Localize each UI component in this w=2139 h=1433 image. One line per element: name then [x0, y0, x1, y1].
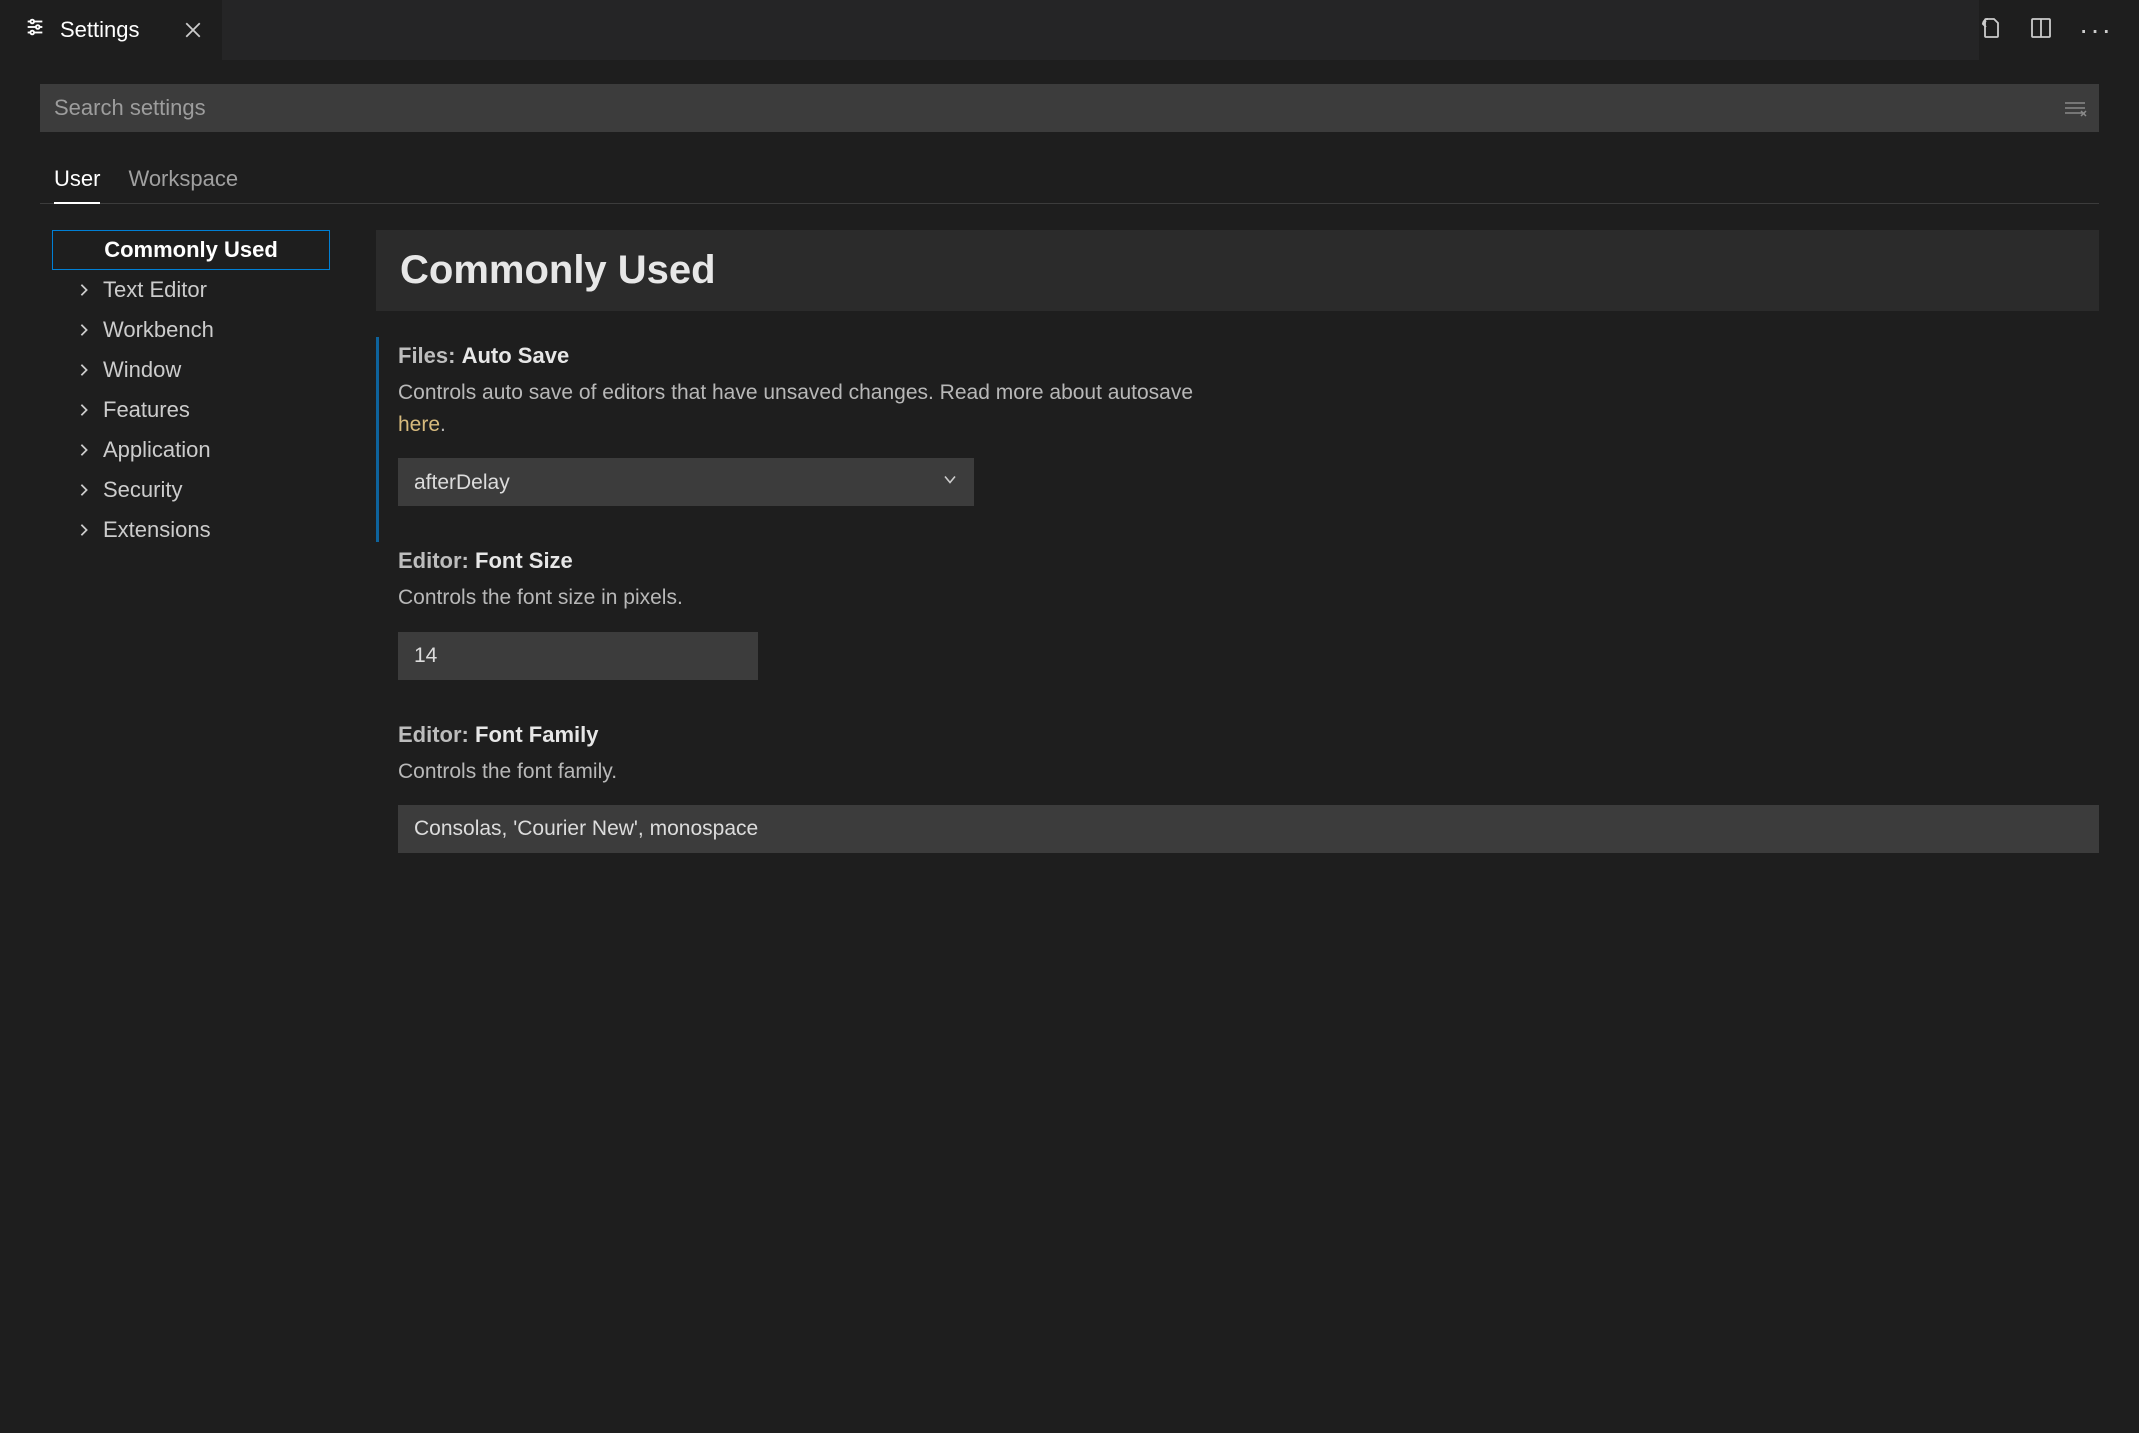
autosave-select[interactable]: afterDelay: [398, 458, 974, 506]
toc-item-application[interactable]: Application: [52, 430, 330, 470]
toc-item-window[interactable]: Window: [52, 350, 330, 390]
toc-label: Window: [103, 357, 181, 383]
open-settings-json-icon[interactable]: [1979, 16, 2003, 45]
scope-tab-user[interactable]: User: [54, 166, 100, 204]
setting-description: Controls the font size in pixels.: [398, 582, 1218, 614]
toc-label: Features: [103, 397, 190, 423]
editor-tab-bar: Settings ···: [0, 0, 2139, 60]
toc-item-text-editor[interactable]: Text Editor: [52, 270, 330, 310]
chevron-right-icon: [75, 403, 93, 417]
toc-label: Application: [103, 437, 211, 463]
tab-settings[interactable]: Settings: [0, 0, 222, 60]
chevron-right-icon: [75, 483, 93, 497]
toc-item-security[interactable]: Security: [52, 470, 330, 510]
clear-search-icon[interactable]: [2063, 99, 2087, 117]
settings-scope-tabs: User Workspace: [40, 166, 2099, 204]
fontfamily-input[interactable]: [398, 805, 2099, 853]
setting-editor-fontsize: Editor: Font Size Controls the font size…: [376, 542, 2099, 716]
search-input[interactable]: [40, 84, 2099, 132]
setting-editor-fontfamily: Editor: Font Family Controls the font fa…: [376, 716, 2099, 854]
settings-toc: Commonly Used Text Editor Workbench Wind…: [40, 230, 330, 1433]
setting-files-autosave: Files: Auto Save Controls auto save of e…: [376, 337, 2099, 542]
close-icon[interactable]: [184, 21, 202, 39]
chevron-right-icon: [75, 363, 93, 377]
chevron-right-icon: [75, 323, 93, 337]
chevron-right-icon: [75, 443, 93, 457]
setting-name: Font Size: [475, 548, 573, 573]
scope-tab-workspace[interactable]: Workspace: [128, 166, 238, 203]
toc-item-workbench[interactable]: Workbench: [52, 310, 330, 350]
toc-label: Extensions: [103, 517, 211, 543]
toc-item-commonly-used[interactable]: Commonly Used: [52, 230, 330, 270]
settings-content: Commonly Used Files: Auto Save Controls …: [376, 230, 2099, 1433]
toc-item-extensions[interactable]: Extensions: [52, 510, 330, 550]
settings-search: [40, 84, 2099, 132]
chevron-right-icon: [75, 283, 93, 297]
chevron-right-icon: [75, 523, 93, 537]
autosave-doc-link[interactable]: here: [398, 413, 440, 436]
toc-label: Security: [103, 477, 182, 503]
setting-description: Controls the font family.: [398, 756, 1218, 788]
editor-actions: ···: [1979, 0, 2139, 60]
setting-category: Files:: [398, 343, 455, 368]
setting-category: Editor:: [398, 722, 469, 747]
toc-label: Text Editor: [103, 277, 207, 303]
toc-label: Workbench: [103, 317, 214, 343]
split-editor-icon[interactable]: [2029, 16, 2053, 45]
toc-label: Commonly Used: [104, 237, 278, 263]
setting-name: Auto Save: [462, 343, 570, 368]
setting-category: Editor:: [398, 548, 469, 573]
group-title: Commonly Used: [376, 230, 2099, 311]
settings-icon: [24, 16, 46, 44]
tab-title: Settings: [60, 17, 140, 43]
setting-name: Font Family: [475, 722, 598, 747]
setting-description: Controls auto save of editors that have …: [398, 377, 1218, 440]
toc-item-features[interactable]: Features: [52, 390, 330, 430]
fontsize-input[interactable]: [398, 632, 758, 680]
